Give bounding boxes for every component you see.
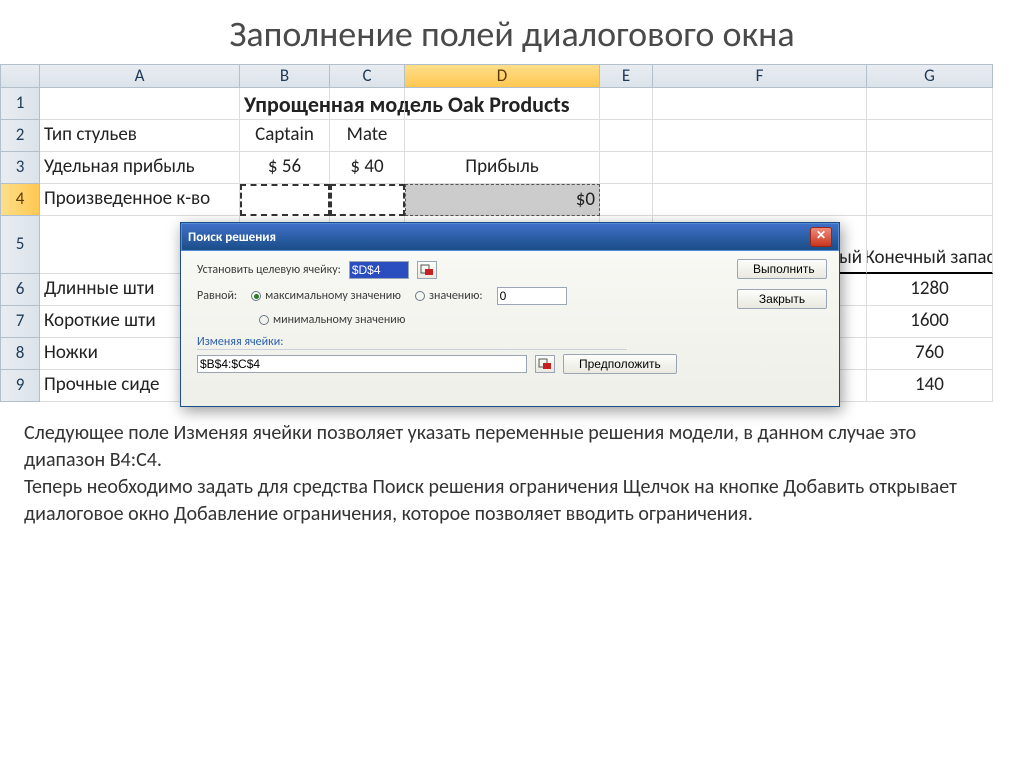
cell-f3[interactable]	[653, 152, 867, 184]
cell-g8[interactable]: 760	[867, 338, 993, 370]
radio-max-label: максимальному значению	[265, 289, 401, 303]
col-header-d[interactable]: D	[405, 64, 600, 88]
cell-b2[interactable]: Captain	[240, 120, 330, 152]
row-header-6[interactable]: 6	[0, 274, 40, 306]
cell-a1[interactable]	[40, 88, 240, 120]
radio-value[interactable]	[415, 291, 425, 301]
col-header-g[interactable]: G	[867, 64, 993, 88]
cell-a3[interactable]: Удельная прибыль	[40, 152, 240, 184]
cell-c4[interactable]	[330, 184, 405, 216]
cell-d1[interactable]	[405, 88, 600, 120]
description-text: Следующее поле Изменяя ячейки позволяет …	[0, 402, 1024, 528]
radio-max[interactable]	[251, 291, 261, 301]
row-header-1[interactable]: 1	[0, 88, 40, 120]
range-picker-icon[interactable]	[417, 261, 437, 279]
cell-g5[interactable]: Конечный запас	[867, 216, 993, 274]
cell-g6[interactable]: 1280	[867, 274, 993, 306]
cell-d4[interactable]: $0	[405, 184, 600, 216]
cell-c1[interactable]	[330, 88, 405, 120]
close-icon[interactable]: ✕	[810, 227, 832, 247]
row-header-5[interactable]: 5	[0, 216, 40, 274]
col-header-f[interactable]: F	[653, 64, 867, 88]
col-header-a[interactable]: A	[40, 64, 240, 88]
cell-g2[interactable]	[867, 120, 993, 152]
row-header-4[interactable]: 4	[0, 184, 40, 216]
cell-f2[interactable]	[653, 120, 867, 152]
cell-g4[interactable]	[867, 184, 993, 216]
cell-d3[interactable]: Прибыль	[405, 152, 600, 184]
solver-dialog: Поиск решения ✕ Выполнить Закрыть Устано…	[180, 222, 840, 407]
cell-c3[interactable]: $ 40	[330, 152, 405, 184]
dialog-titlebar[interactable]: Поиск решения ✕	[181, 223, 839, 251]
cell-e4[interactable]	[600, 184, 653, 216]
cell-g1[interactable]	[867, 88, 993, 120]
cell-f1[interactable]	[653, 88, 867, 120]
select-all-corner[interactable]	[0, 64, 40, 88]
target-cell-input[interactable]	[349, 261, 409, 279]
cell-a2[interactable]: Тип стульев	[40, 120, 240, 152]
equal-label: Равной:	[197, 289, 237, 303]
run-button[interactable]: Выполнить	[737, 259, 827, 279]
row-header-8[interactable]: 8	[0, 338, 40, 370]
row-header-7[interactable]: 7	[0, 306, 40, 338]
cell-g7[interactable]: 1600	[867, 306, 993, 338]
cell-b1[interactable]: Упрощенная модель Oak Products	[240, 88, 330, 120]
cell-g3[interactable]	[867, 152, 993, 184]
value-input[interactable]	[497, 287, 567, 305]
cell-e3[interactable]	[600, 152, 653, 184]
cell-d2[interactable]	[405, 120, 600, 152]
col-header-c[interactable]: C	[330, 64, 405, 88]
cell-e1[interactable]	[600, 88, 653, 120]
row-header-3[interactable]: 3	[0, 152, 40, 184]
guess-button[interactable]: Предположить	[563, 354, 677, 374]
close-button[interactable]: Закрыть	[737, 289, 827, 309]
cell-a4[interactable]: Произведенное к-во	[40, 184, 240, 216]
cell-f4[interactable]	[653, 184, 867, 216]
col-header-e[interactable]: E	[600, 64, 653, 88]
slide-title: Заполнение полей диалогового окна	[0, 0, 1024, 64]
changing-cells-input[interactable]	[197, 355, 527, 373]
radio-min[interactable]	[259, 315, 269, 325]
cell-b4[interactable]	[240, 184, 330, 216]
cell-b3[interactable]: $ 56	[240, 152, 330, 184]
radio-value-label: значению:	[429, 289, 483, 303]
range-picker-icon-2[interactable]	[535, 355, 555, 373]
dialog-title-text: Поиск решения	[188, 230, 276, 245]
target-cell-label: Установить целевую ячейку:	[197, 263, 341, 277]
radio-min-label: минимальному значению	[273, 313, 405, 327]
cell-c2[interactable]: Mate	[330, 120, 405, 152]
row-header-9[interactable]: 9	[0, 370, 40, 402]
cell-e2[interactable]	[600, 120, 653, 152]
row-header-2[interactable]: 2	[0, 120, 40, 152]
cell-g9[interactable]: 140	[867, 370, 993, 402]
changing-cells-label: Изменяя ячейки:	[197, 335, 627, 350]
col-header-b[interactable]: B	[240, 64, 330, 88]
